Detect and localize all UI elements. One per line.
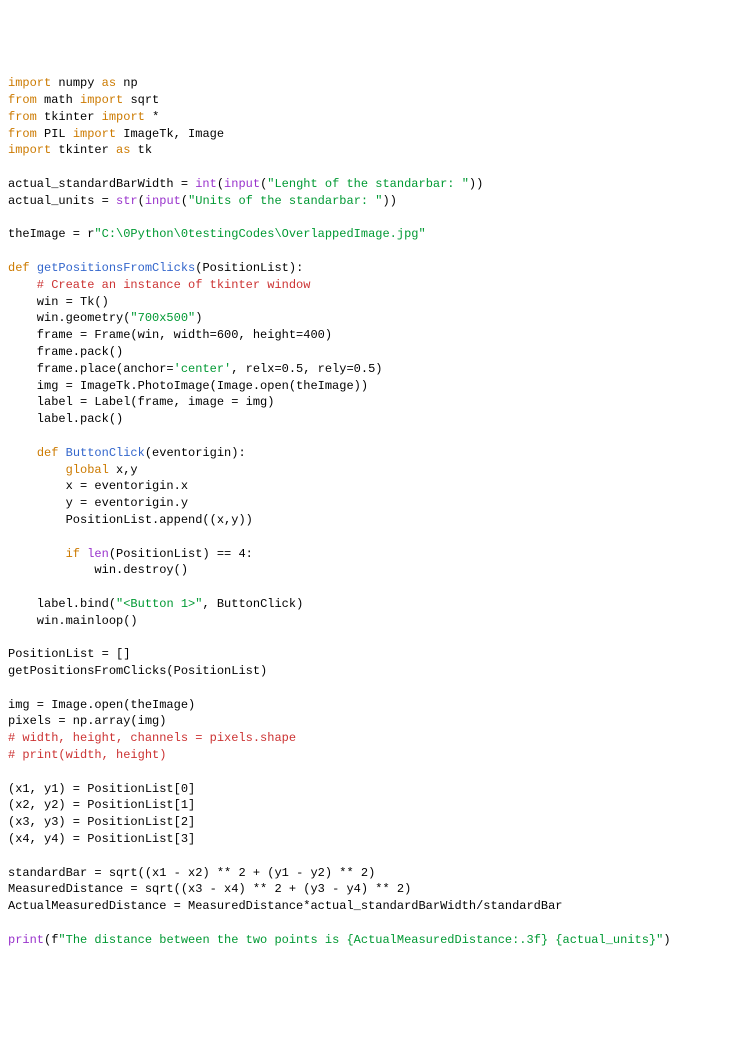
code-line: frame.pack() (8, 345, 123, 359)
keyword-as: as (116, 143, 130, 157)
code-line: img = ImageTk.PhotoImage(Image.open(theI… (8, 379, 368, 393)
code-line: # width, height, channels = pixels.shape (8, 731, 296, 745)
code-line: win.geometry("700x500") (8, 311, 202, 325)
keyword-import: import (8, 76, 51, 90)
code-line: label.bind("<Button 1>", ButtonClick) (8, 597, 303, 611)
code-line: # Create an instance of tkinter window (8, 278, 310, 292)
comment: # print(width, height) (8, 748, 166, 762)
string-literal: "700x500" (130, 311, 195, 325)
code-line: y = eventorigin.y (8, 496, 188, 510)
code-line: from PIL import ImageTk, Image (8, 127, 224, 141)
code-line: actual_units = str(input("Units of the s… (8, 194, 397, 208)
code-line: getPositionsFromClicks(PositionList) (8, 664, 267, 678)
keyword-import: import (73, 127, 116, 141)
code-line: label.pack() (8, 412, 123, 426)
builtin-input: input (145, 194, 181, 208)
code-line: from tkinter import * (8, 110, 159, 124)
code-line: import tkinter as tk (8, 143, 152, 157)
code-line: import numpy as np (8, 76, 138, 90)
code-line: actual_standardBarWidth = int(input("Len… (8, 177, 483, 191)
code-line: def ButtonClick(eventorigin): (8, 446, 246, 460)
string-literal: "C:\0Python\0testingCodes\OverlappedImag… (94, 227, 425, 241)
code-line: standardBar = sqrt((x1 - x2) ** 2 + (y1 … (8, 866, 375, 880)
code-line: label = Label(frame, image = img) (8, 395, 274, 409)
code-line: win = Tk() (8, 295, 109, 309)
code-line: frame = Frame(win, width=600, height=400… (8, 328, 332, 342)
code-line: if len(PositionList) == 4: (8, 547, 253, 561)
builtin-int: int (195, 177, 217, 191)
keyword-def: def (37, 446, 59, 460)
code-line: (x1, y1) = PositionList[0] (8, 782, 195, 796)
keyword-import: import (8, 143, 51, 157)
string-literal: "<Button 1>" (116, 597, 202, 611)
code-line: def getPositionsFromClicks(PositionList)… (8, 261, 303, 275)
string-literal: 'center' (174, 362, 232, 376)
comment: # Create an instance of tkinter window (8, 278, 310, 292)
keyword-from: from (8, 110, 37, 124)
code-line: x = eventorigin.x (8, 479, 188, 493)
keyword-import: import (102, 110, 145, 124)
keyword-global: global (66, 463, 109, 477)
function-name: ButtonClick (66, 446, 145, 460)
keyword-if: if (66, 547, 80, 561)
builtin-len: len (87, 547, 109, 561)
symbol-name: * (152, 110, 159, 124)
code-line: (x2, y2) = PositionList[1] (8, 798, 195, 812)
comment: # width, height, channels = pixels.shape (8, 731, 296, 745)
module-name: tkinter (44, 110, 94, 124)
string-literal: "Units of the standarbar: " (188, 194, 382, 208)
code-line: win.mainloop() (8, 614, 138, 628)
module-name: math (44, 93, 73, 107)
code-line: img = Image.open(theImage) (8, 698, 195, 712)
code-line: frame.place(anchor='center', relx=0.5, r… (8, 362, 382, 376)
code-line: from math import sqrt (8, 93, 159, 107)
func-sqrt: sqrt (109, 866, 138, 880)
code-line: pixels = np.array(img) (8, 714, 166, 728)
code-block: import numpy as np from math import sqrt… (8, 75, 729, 948)
builtin-str: str (116, 194, 138, 208)
code-line: MeasuredDistance = sqrt((x3 - x4) ** 2 +… (8, 882, 411, 896)
code-line: PositionList.append((x,y)) (8, 513, 253, 527)
alias-name: np (123, 76, 137, 90)
symbol-name: sqrt (130, 93, 159, 107)
keyword-import: import (80, 93, 123, 107)
keyword-def: def (8, 261, 30, 275)
code-line: theImage = r"C:\0Python\0testingCodes\Ov… (8, 227, 426, 241)
code-line: ActualMeasuredDistance = MeasuredDistanc… (8, 899, 563, 913)
code-line: global x,y (8, 463, 138, 477)
code-line: win.destroy() (8, 563, 188, 577)
string-literal: "The distance between the two points is … (58, 933, 663, 947)
code-line: # print(width, height) (8, 748, 166, 762)
code-line: (x3, y3) = PositionList[2] (8, 815, 195, 829)
builtin-input: input (224, 177, 260, 191)
keyword-as: as (102, 76, 116, 90)
code-line: print(f"The distance between the two poi… (8, 933, 671, 947)
module-name: PIL (44, 127, 66, 141)
string-literal: "Lenght of the standarbar: " (267, 177, 469, 191)
keyword-from: from (8, 93, 37, 107)
builtin-print: print (8, 933, 44, 947)
code-line: (x4, y4) = PositionList[3] (8, 832, 195, 846)
alias-name: tk (138, 143, 152, 157)
symbol-name: ImageTk, Image (123, 127, 224, 141)
module-name: numpy (58, 76, 94, 90)
code-line: PositionList = [] (8, 647, 130, 661)
keyword-from: from (8, 127, 37, 141)
module-name: tkinter (58, 143, 108, 157)
func-sqrt: sqrt (145, 882, 174, 896)
function-name: getPositionsFromClicks (37, 261, 195, 275)
